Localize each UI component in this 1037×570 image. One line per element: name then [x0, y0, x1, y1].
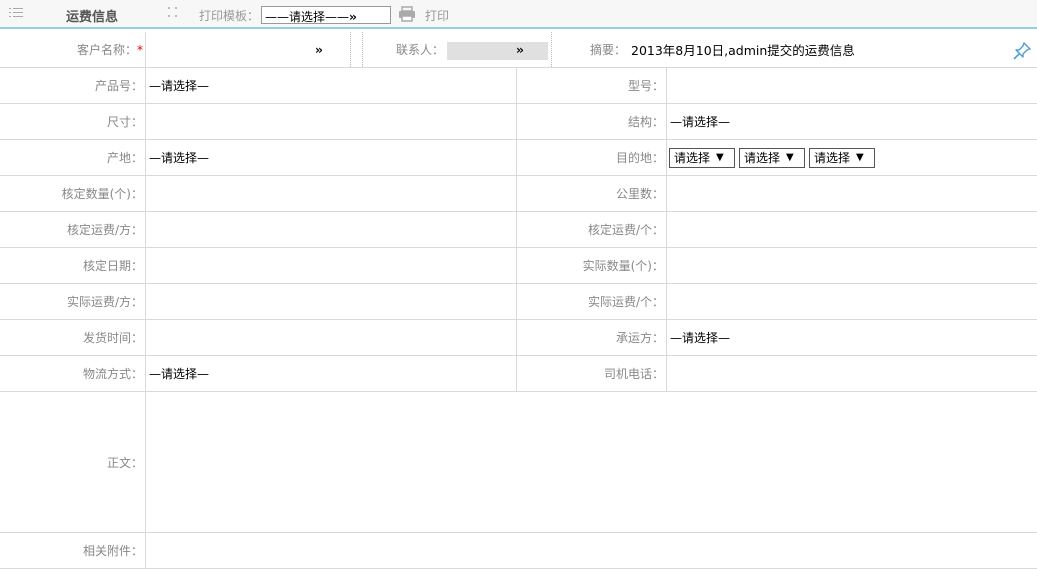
print-template-label: 打印模板： [199, 9, 260, 23]
contact-picker-arrows: ›› [516, 42, 524, 57]
model-label: 型号： [627, 79, 664, 93]
form-row-ship-time: 发货时间： 承运方： —请选择— [0, 320, 1037, 356]
chevron-down-icon: ▼ [856, 152, 864, 163]
carrier-label: 承运方： [615, 331, 664, 345]
destination-district-value: 请选择 [814, 151, 851, 165]
km-label: 公里数： [615, 187, 664, 201]
body-editor[interactable] [149, 392, 1029, 532]
chevron-down-icon: ▼ [786, 152, 794, 163]
destination-city-select[interactable]: 请选择 ▼ [739, 147, 805, 168]
ship-time-label: 发货时间： [82, 331, 143, 345]
destination-province-value: 请选择 [674, 151, 711, 165]
customer-label: 客户名称： [76, 43, 137, 57]
print-template-select[interactable]: ——请选择——›› [261, 6, 391, 24]
print-button[interactable]: 打印 [425, 7, 449, 24]
body-label: 正文： [106, 455, 143, 470]
form-row-logistics: 物流方式： —请选择— 司机电话： [0, 356, 1037, 392]
form-row-approved-date: 核定日期： 实际数量(个)： [0, 248, 1037, 284]
approved-date-field[interactable] [149, 248, 509, 283]
form-row-approved-freight: 核定运费/方： 核定运费/个： [0, 212, 1037, 248]
actual-freight-m3-label: 实际运费/方： [66, 295, 143, 309]
approved-qty-field[interactable] [149, 176, 509, 211]
approved-freight-m3-label: 核定运费/方： [66, 223, 143, 237]
product-no-label: 产品号： [94, 79, 143, 93]
destination-label: 目的地： [615, 151, 664, 165]
contact-picker-button[interactable]: ›› [516, 32, 536, 67]
grip-icon [168, 6, 180, 20]
structure-select[interactable]: —请选择— [670, 104, 1030, 139]
contact-label: 联系人： [395, 43, 444, 57]
page-title: 运费信息 [66, 10, 119, 25]
driver-phone-label: 司机电话： [603, 367, 664, 381]
form-row-customer: 客户名称： * ›› 联系人： ›› 摘要： 2013年8月10日,admin提交… [0, 32, 1037, 68]
form-row-origin: 产地： —请选择— 目的地： 请选择 ▼ 请选择 ▼ 请选择 ▼ [0, 140, 1037, 176]
form-row-approved-qty: 核定数量(个)： 公里数： [0, 176, 1037, 212]
destination-city-value: 请选择 [744, 151, 781, 165]
origin-select[interactable]: —请选择— [149, 140, 509, 175]
km-field[interactable] [670, 176, 1030, 211]
form-row-attachments: 相关附件： [0, 533, 1037, 569]
chevron-down-icon: ▼ [716, 152, 724, 163]
size-field[interactable] [149, 104, 509, 139]
actual-freight-unit-field[interactable] [670, 284, 1030, 319]
summary-label: 摘要： [589, 43, 626, 57]
customer-picker-button[interactable]: ›› [315, 32, 335, 67]
approved-date-label: 核定日期： [82, 259, 143, 273]
driver-phone-field[interactable] [670, 356, 1030, 391]
actual-freight-m3-field[interactable] [149, 284, 509, 319]
print-template-value: ——请选择—— [265, 10, 350, 24]
print-template-arrows: ›› [349, 10, 357, 24]
form-row-actual-freight: 实际运费/方： 实际运费/个： [0, 284, 1037, 320]
destination-district-select[interactable]: 请选择 ▼ [809, 147, 875, 168]
menu-icon[interactable] [9, 7, 23, 19]
ship-time-field[interactable] [149, 320, 509, 355]
customer-label-cell: 客户名称： * [0, 32, 143, 67]
attachments-label: 相关附件： [82, 544, 143, 558]
form-row-size: 尺寸： 结构： —请选择— [0, 104, 1037, 140]
actual-freight-unit-label: 实际运费/个： [587, 295, 664, 309]
destination-province-select[interactable]: 请选择 ▼ [669, 147, 735, 168]
model-field[interactable] [670, 68, 1030, 103]
actual-qty-field[interactable] [670, 248, 1030, 283]
approved-freight-unit-label: 核定运费/个： [587, 223, 664, 237]
approved-qty-label: 核定数量(个)： [61, 187, 143, 201]
destination-selects: 请选择 ▼ 请选择 ▼ 请选择 ▼ [669, 140, 1029, 175]
structure-label: 结构： [627, 115, 664, 129]
customer-picker-arrows: ›› [315, 42, 323, 57]
form-row-product: 产品号： —请选择— 型号： [0, 68, 1037, 104]
summary-value[interactable]: 2013年8月10日,admin提交的运费信息 [631, 32, 1001, 67]
printer-icon[interactable] [398, 6, 416, 22]
product-no-select[interactable]: —请选择— [149, 68, 509, 103]
size-label: 尺寸： [106, 115, 143, 129]
approved-freight-unit-field[interactable] [670, 212, 1030, 247]
logistics-label: 物流方式： [82, 367, 143, 381]
pin-icon[interactable] [1012, 41, 1032, 61]
carrier-select[interactable]: —请选择— [670, 320, 1030, 355]
approved-freight-m3-field[interactable] [149, 212, 509, 247]
required-mark: * [137, 42, 143, 57]
logistics-select[interactable]: —请选择— [149, 356, 509, 391]
attachments-field[interactable] [149, 533, 1029, 568]
toolbar: 运费信息 打印模板： ——请选择——›› 打印 [0, 0, 1037, 29]
origin-label: 产地： [106, 151, 143, 165]
actual-qty-label: 实际数量(个)： [582, 259, 664, 273]
form-row-body: 正文： [0, 392, 1037, 533]
